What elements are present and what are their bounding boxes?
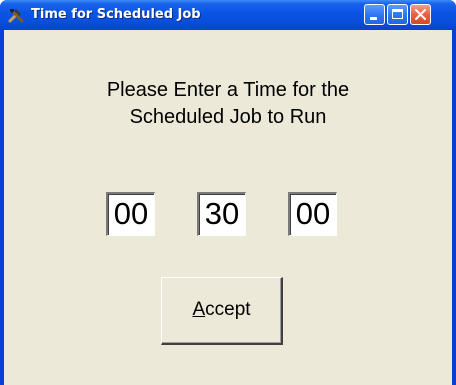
- close-button[interactable]: [410, 4, 431, 25]
- accept-button[interactable]: Accept: [161, 277, 283, 345]
- dialog-window: Time for Scheduled Job Please Enter a Ti…: [0, 0, 456, 385]
- hours-field[interactable]: 00: [106, 192, 155, 236]
- seconds-field[interactable]: 00: [288, 192, 337, 236]
- close-icon: [415, 9, 426, 20]
- window-title: Time for Scheduled Job: [31, 7, 201, 22]
- prompt-line-1: Please Enter a Time for the: [106, 79, 350, 101]
- dialog-body: Please Enter a Time for the Scheduled Jo…: [4, 30, 452, 385]
- accept-label-rest: ccept: [205, 299, 251, 320]
- title-bar[interactable]: Time for Scheduled Job: [0, 0, 456, 30]
- prompt-text: Please Enter a Time for the Scheduled Jo…: [4, 77, 452, 131]
- minimize-button[interactable]: [364, 4, 385, 25]
- prompt-line-2: Scheduled Job to Run: [129, 106, 327, 128]
- minutes-field[interactable]: 30: [197, 192, 246, 236]
- tools-icon: [8, 9, 24, 23]
- accept-accelerator: A: [192, 299, 206, 320]
- maximize-button[interactable]: [387, 4, 408, 25]
